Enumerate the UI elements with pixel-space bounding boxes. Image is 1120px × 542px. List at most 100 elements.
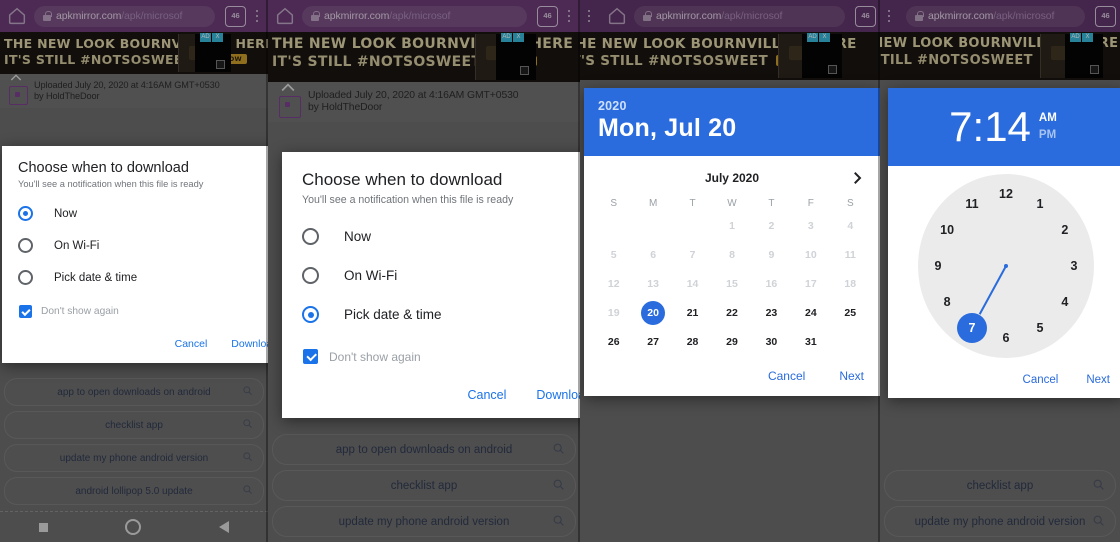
- radio-button[interactable]: [18, 238, 33, 253]
- suggestion-chip[interactable]: checklist app: [272, 470, 576, 501]
- ad-choices-badges[interactable]: AD X: [807, 33, 830, 42]
- search-icon[interactable]: [552, 478, 565, 494]
- selected-minute-display[interactable]: 14: [984, 106, 1031, 148]
- radio-button-selected[interactable]: [302, 306, 319, 323]
- cancel-button[interactable]: Cancel: [768, 369, 805, 383]
- radio-option-now[interactable]: Now: [18, 206, 268, 221]
- back-triangle-icon[interactable]: [219, 521, 230, 533]
- calendar-day[interactable]: 28: [673, 328, 712, 355]
- clock-hour-label[interactable]: 10: [940, 223, 954, 237]
- chevron-right-icon[interactable]: [848, 169, 866, 187]
- suggestion-chip[interactable]: android lollipop 5.0 update: [4, 477, 264, 505]
- clock-hour-label[interactable]: 5: [1037, 321, 1044, 335]
- overflow-menu-icon[interactable]: [582, 9, 596, 23]
- ad-choices-badges[interactable]: AD X: [1070, 33, 1093, 42]
- radio-button[interactable]: [302, 267, 319, 284]
- calendar-day[interactable]: 30: [752, 328, 791, 355]
- ad-banner-1[interactable]: THE NEW LOOK BOURNVILLE IS HERE IT'S STI…: [0, 32, 268, 74]
- cancel-button[interactable]: Cancel: [175, 338, 208, 350]
- radio-option-pick-date[interactable]: Pick date & time: [302, 306, 580, 323]
- radio-option-wifi[interactable]: On Wi-Fi: [18, 238, 268, 253]
- address-bar-2[interactable]: apkmirror.com /apk/microsof: [302, 5, 527, 27]
- cancel-button[interactable]: Cancel: [1023, 374, 1059, 386]
- cancel-button[interactable]: Cancel: [467, 388, 506, 402]
- calendar-day[interactable]: 22: [712, 299, 751, 326]
- am-button[interactable]: AM: [1039, 112, 1057, 125]
- next-button[interactable]: Next: [839, 369, 864, 383]
- suggestion-chip[interactable]: app to open downloads on android: [4, 378, 264, 406]
- clock-hour-label[interactable]: 9: [935, 259, 942, 273]
- clock-dial[interactable]: 12 1 2 3 4 5 6 7 8 9 10 11: [888, 166, 1120, 366]
- tab-switcher-button[interactable]: 46: [225, 5, 246, 27]
- clock-hour-label[interactable]: 11: [965, 197, 978, 211]
- download-button[interactable]: Download: [536, 388, 580, 402]
- radio-option-pick-date[interactable]: Pick date & time: [18, 270, 268, 285]
- tab-switcher-button[interactable]: 46: [1095, 5, 1116, 27]
- clock-hour-label[interactable]: 4: [1061, 295, 1068, 309]
- calendar-day[interactable]: 29: [712, 328, 751, 355]
- radio-button[interactable]: [302, 228, 319, 245]
- search-icon[interactable]: [242, 418, 253, 432]
- overflow-menu-icon[interactable]: [562, 9, 576, 23]
- ad-close-icon[interactable]: X: [513, 33, 524, 42]
- address-bar-1[interactable]: apkmirror.com /apk/microsof: [34, 5, 215, 27]
- tab-switcher-button[interactable]: 46: [537, 5, 558, 27]
- download-button[interactable]: Download: [231, 338, 268, 350]
- suggestion-chip[interactable]: checklist app: [884, 470, 1116, 501]
- clock-hour-label[interactable]: 2: [1061, 223, 1068, 237]
- radio-option-now[interactable]: Now: [302, 228, 580, 245]
- clock-hour-label[interactable]: 1: [1037, 197, 1044, 211]
- address-bar-3[interactable]: apkmirror.com /apk/microsof: [634, 5, 845, 27]
- search-icon[interactable]: [242, 451, 253, 465]
- search-icon[interactable]: [1092, 514, 1105, 530]
- home-icon[interactable]: [274, 5, 296, 27]
- suggestion-chip[interactable]: update my phone android version: [272, 506, 576, 537]
- selected-hour-display[interactable]: 7: [949, 106, 972, 148]
- calendar-day[interactable]: 23: [752, 299, 791, 326]
- calendar-day[interactable]: 26: [594, 328, 633, 355]
- dont-show-again-row[interactable]: Don't show again: [302, 349, 580, 364]
- clock-hour-label[interactable]: 3: [1071, 259, 1078, 273]
- address-bar-4[interactable]: apkmirror.com /apk/microsof: [906, 5, 1085, 27]
- ad-close-icon[interactable]: X: [819, 33, 830, 42]
- collapse-chevron-icon[interactable]: [8, 70, 24, 86]
- clock-hour-label[interactable]: 8: [944, 295, 951, 309]
- selected-year[interactable]: 2020: [598, 99, 866, 113]
- overflow-menu-icon[interactable]: [882, 9, 896, 23]
- radio-button[interactable]: [18, 270, 33, 285]
- recents-square-icon[interactable]: [38, 522, 48, 532]
- search-icon[interactable]: [242, 385, 253, 399]
- home-icon[interactable]: [6, 5, 28, 27]
- next-button[interactable]: Next: [1086, 374, 1110, 386]
- radio-option-wifi[interactable]: On Wi-Fi: [302, 267, 580, 284]
- ad-banner-3[interactable]: THE NEW LOOK BOURNVILLE IS HERE IT'S STI…: [580, 32, 880, 80]
- clock-hour-label[interactable]: 6: [1003, 331, 1010, 345]
- calendar-day[interactable]: 27: [633, 328, 672, 355]
- suggestion-chip[interactable]: update my phone android version: [4, 444, 264, 472]
- calendar-day[interactable]: 21: [673, 299, 712, 326]
- tab-switcher-button[interactable]: 46: [855, 5, 876, 27]
- ad-banner-4[interactable]: THE NEW LOOK BOURNVILLE IS HERE IT'S STI…: [880, 32, 1120, 80]
- collapse-chevron-icon[interactable]: [278, 78, 298, 98]
- home-circle-icon[interactable]: [125, 519, 142, 535]
- suggestion-chip[interactable]: checklist app: [4, 411, 264, 439]
- clock-hour-selected[interactable]: 7: [957, 313, 987, 344]
- search-icon[interactable]: [242, 484, 253, 498]
- suggestion-chip[interactable]: app to open downloads on android: [272, 434, 576, 465]
- home-icon[interactable]: [606, 5, 628, 27]
- radio-button-selected[interactable]: [18, 206, 33, 221]
- clock-hour-label[interactable]: 12: [999, 187, 1013, 201]
- ad-close-icon[interactable]: X: [212, 33, 223, 42]
- ad-choices-badges[interactable]: AD X: [501, 33, 524, 42]
- ad-choices-badges[interactable]: AD X: [200, 33, 223, 42]
- ad-banner-2[interactable]: THE NEW LOOK BOURNVILLE IS HERE IT'S STI…: [268, 32, 580, 82]
- checkbox-checked[interactable]: [303, 349, 318, 364]
- ad-close-icon[interactable]: X: [1082, 33, 1093, 42]
- calendar-day[interactable]: 25: [831, 299, 870, 326]
- overflow-menu-icon[interactable]: [250, 9, 264, 23]
- dont-show-again-row[interactable]: Don't show again: [18, 305, 268, 318]
- calendar-day-selected[interactable]: 20: [633, 299, 672, 326]
- search-icon[interactable]: [552, 442, 565, 458]
- pm-button[interactable]: PM: [1039, 129, 1057, 142]
- search-icon[interactable]: [1092, 478, 1105, 494]
